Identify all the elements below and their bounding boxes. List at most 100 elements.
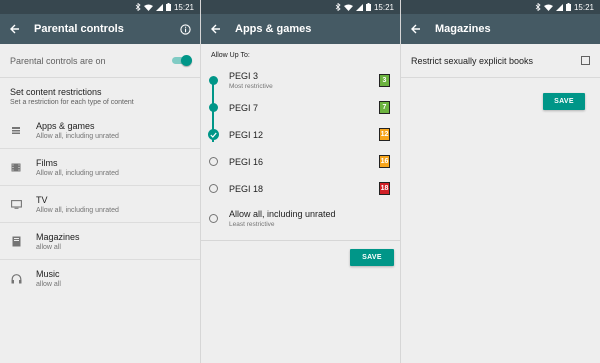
headphones-icon: [10, 273, 22, 285]
bluetooth-icon: [535, 3, 541, 11]
arrow-back-icon: [10, 24, 19, 34]
category-tv[interactable]: TV Allow all, including unrated: [0, 186, 200, 223]
category-label: TV: [36, 194, 48, 205]
rating-label: PEGI 3: [229, 71, 259, 81]
category-label: Films: [36, 157, 58, 168]
info-button[interactable]: [178, 22, 192, 36]
pegi-18-badge: 18: [379, 182, 390, 195]
rating-sub: Least restrictive: [229, 220, 275, 228]
status-time: 15:21: [373, 2, 394, 12]
category-label: Apps & games: [36, 120, 95, 131]
parental-controls-switch[interactable]: [172, 55, 192, 66]
pegi-3-badge: 3: [379, 74, 390, 87]
magazines-screen: 15:21 Magazines Restrict sexually explic…: [400, 0, 600, 363]
bluetooth-icon: [135, 3, 141, 11]
rating-option-pegi-3[interactable]: PEGI 3 Most restrictive 3: [201, 67, 400, 94]
bluetooth-icon: [335, 3, 341, 11]
screens: 15:21 Parental controls Parental control…: [0, 0, 600, 363]
toggle-label: Parental controls are on: [10, 55, 106, 66]
signal-icon: [155, 3, 163, 11]
parental-controls-toggle-row[interactable]: Parental controls are on: [0, 44, 200, 78]
status-bar: 15:21: [401, 0, 600, 14]
status-icons: [535, 3, 571, 11]
page-title: Magazines: [435, 23, 491, 35]
section-subtitle: Set a restriction for each type of conte…: [10, 99, 134, 106]
signal-icon: [355, 3, 363, 11]
back-button[interactable]: [8, 22, 22, 36]
page-title: Apps & games: [235, 23, 312, 35]
status-time: 15:21: [173, 2, 194, 12]
rating-list: PEGI 3 Most restrictive 3 PEGI 7 7 PEGI …: [201, 67, 400, 234]
category-list: Apps & games Allow all, including unrate…: [0, 112, 200, 297]
radio-filled[interactable]: [209, 76, 218, 85]
rating-label: PEGI 18: [229, 183, 264, 194]
category-sub: Allow all, including unrated: [36, 132, 119, 140]
category-sub: Allow all, including unrated: [36, 169, 119, 177]
page-title: Parental controls: [34, 23, 124, 35]
battery-icon: [565, 3, 571, 11]
category-sub: Allow all, including unrated: [36, 206, 119, 214]
tv-icon: [10, 198, 22, 210]
radio-filled[interactable]: [209, 103, 218, 112]
parental-controls-screen: 15:21 Parental controls Parental control…: [0, 0, 200, 363]
status-icons: [335, 3, 371, 11]
category-label: Magazines: [36, 231, 80, 242]
radio-checked[interactable]: [208, 129, 219, 140]
radio-empty[interactable]: [209, 184, 218, 193]
rating-option-pegi-7[interactable]: PEGI 7 7: [201, 94, 400, 121]
pegi-12-badge: 12: [379, 128, 390, 141]
book-icon: [10, 235, 22, 247]
rating-option-pegi-16[interactable]: PEGI 16 16: [201, 148, 400, 175]
switch-thumb: [181, 55, 192, 66]
status-icons: [135, 3, 171, 11]
category-apps-games[interactable]: Apps & games Allow all, including unrate…: [0, 112, 200, 149]
save-button[interactable]: SAVE: [543, 93, 585, 110]
radio-empty[interactable]: [209, 157, 218, 166]
app-bar: Parental controls: [0, 14, 200, 44]
app-bar: Apps & games: [201, 14, 400, 44]
content-restrictions-header: Set content restrictions Set a restricti…: [0, 78, 200, 112]
pegi-16-badge: 16: [379, 155, 390, 168]
signal-icon: [555, 3, 563, 11]
status-bar: 15:21: [201, 0, 400, 14]
status-bar: 15:21: [0, 0, 200, 14]
wifi-icon: [143, 4, 153, 11]
rating-label: PEGI 16: [229, 156, 264, 167]
rating-option-pegi-12[interactable]: PEGI 12 12: [201, 121, 400, 148]
status-time: 15:21: [573, 2, 594, 12]
category-sub: allow all: [36, 243, 61, 251]
section-title: Set content restrictions: [10, 87, 102, 97]
rating-label: PEGI 7: [229, 102, 259, 113]
arrow-back-icon: [211, 24, 220, 34]
category-films[interactable]: Films Allow all, including unrated: [0, 149, 200, 186]
rating-label: PEGI 12: [229, 129, 264, 140]
restrict-checkbox[interactable]: [581, 56, 590, 65]
restrict-explicit-books-row[interactable]: Restrict sexually explicit books: [401, 44, 600, 78]
category-sub: allow all: [36, 281, 61, 288]
restrict-label: Restrict sexually explicit books: [411, 55, 534, 66]
rating-option-allow-all[interactable]: Allow all, including unrated Least restr…: [201, 202, 400, 234]
wifi-icon: [343, 4, 353, 11]
arrow-back-icon: [411, 24, 420, 34]
check-icon: [210, 132, 217, 138]
info-icon: [179, 23, 191, 35]
rating-sub: Most restrictive: [229, 83, 273, 90]
rating-option-pegi-18[interactable]: PEGI 18 18: [201, 175, 400, 202]
category-magazines[interactable]: Magazines allow all: [0, 223, 200, 260]
battery-icon: [165, 3, 171, 11]
rating-label: Allow all, including unrated: [229, 208, 336, 219]
allow-up-label: Allow Up To:: [211, 52, 250, 59]
app-bar: Magazines: [401, 14, 600, 44]
apps-icon: [10, 124, 22, 136]
category-label: Music: [36, 269, 60, 279]
save-button[interactable]: SAVE: [350, 249, 394, 266]
category-music[interactable]: Music allow all: [0, 260, 200, 297]
back-button[interactable]: [209, 22, 223, 36]
radio-empty[interactable]: [209, 213, 218, 223]
battery-icon: [365, 3, 371, 11]
films-icon: [10, 161, 22, 173]
wifi-icon: [543, 4, 553, 11]
back-button[interactable]: [409, 22, 423, 36]
pegi-7-badge: 7: [379, 101, 390, 114]
apps-games-screen: 15:21 Apps & games Allow Up To: PEGI 3 M…: [200, 0, 400, 363]
